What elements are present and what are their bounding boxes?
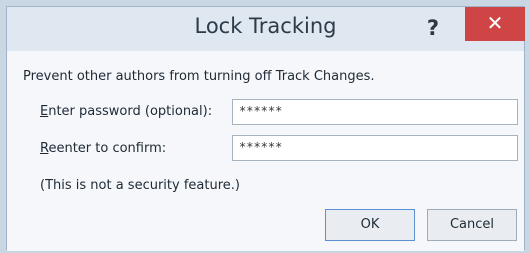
title-bar: Lock Tracking ? ✕	[7, 7, 525, 51]
close-icon[interactable]: ✕	[465, 7, 525, 41]
ok-button[interactable]: OK	[325, 209, 415, 241]
confirm-password-input[interactable]: ******	[232, 135, 518, 161]
cancel-button[interactable]: Cancel	[427, 209, 517, 241]
lock-tracking-dialog: Lock Tracking ? ✕ Prevent other authors …	[6, 6, 525, 251]
password-input[interactable]: ******	[232, 99, 518, 125]
security-note: (This is not a security feature.)	[40, 178, 240, 193]
password-label-accelerator: E	[40, 104, 49, 119]
password-label: Enter password (optional):	[40, 104, 212, 119]
password-label-text: nter password (optional):	[48, 104, 213, 119]
help-icon[interactable]: ?	[417, 13, 449, 43]
dialog-content: Prevent other authors from turning off T…	[7, 51, 524, 251]
confirm-label-text: eenter to confirm:	[48, 141, 167, 156]
description-text: Prevent other authors from turning off T…	[23, 69, 375, 84]
confirm-label: Reenter to confirm:	[40, 141, 166, 156]
